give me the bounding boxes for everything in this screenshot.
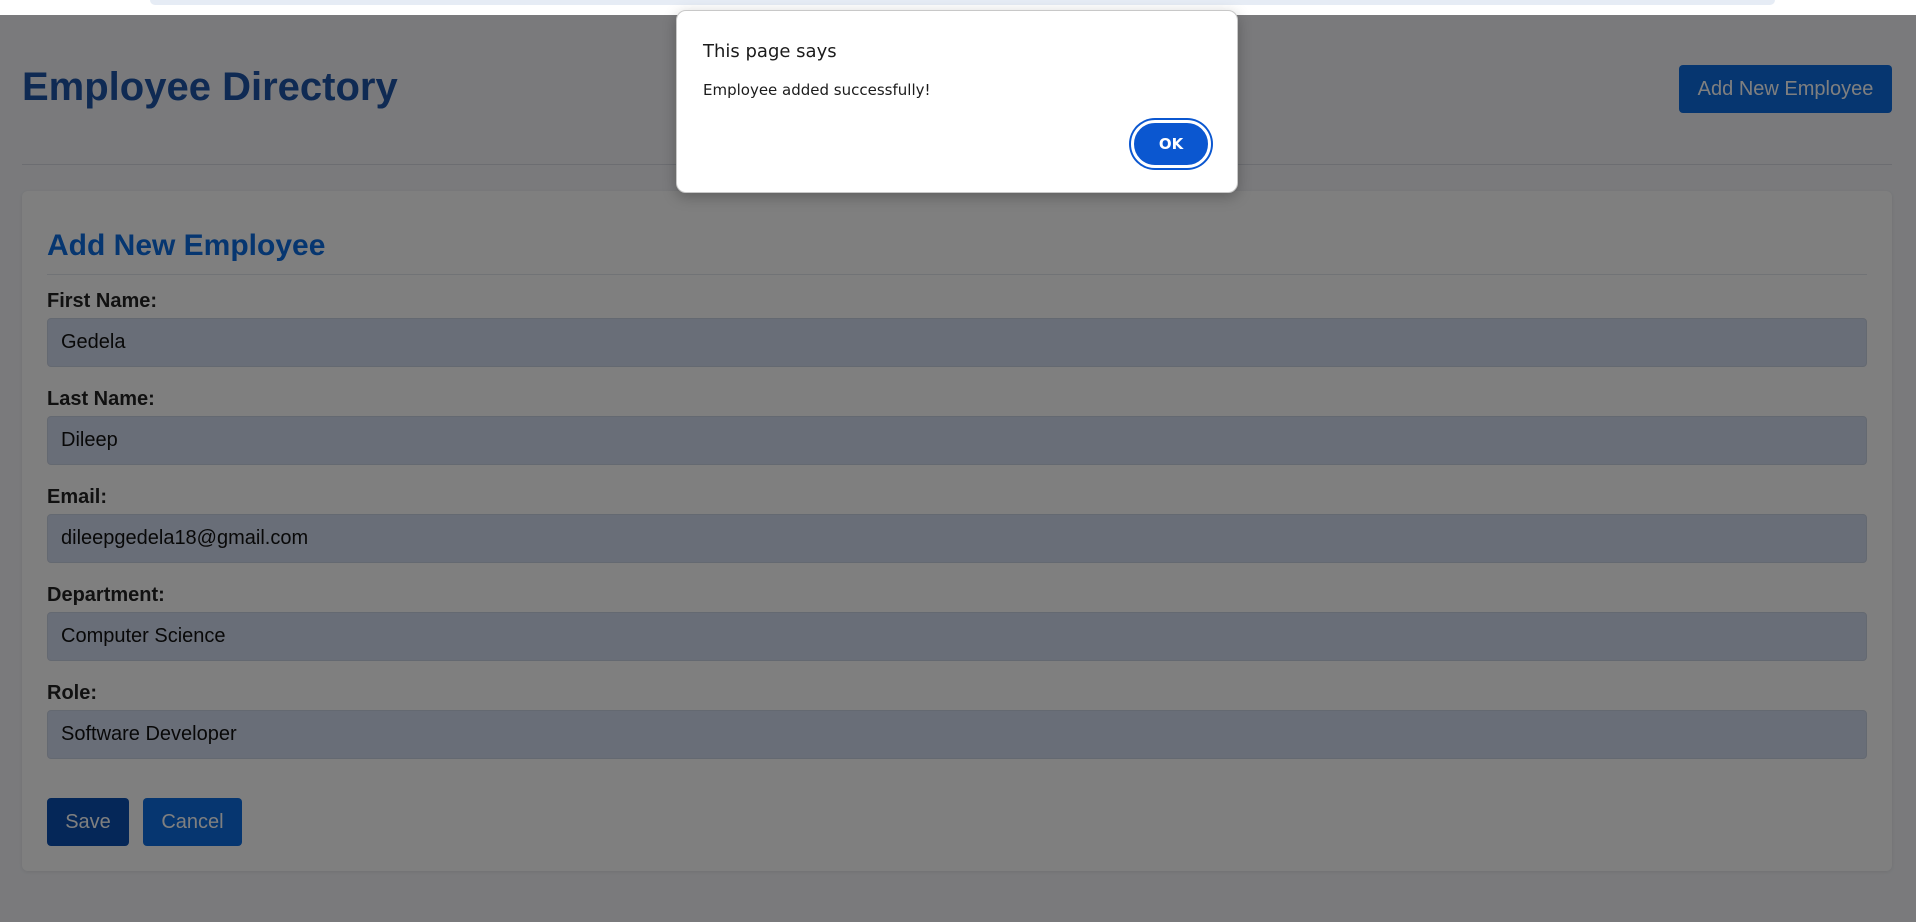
alert-dialog: This page says Employee added successful… xyxy=(676,10,1238,193)
dialog-message: Employee added successfully! xyxy=(703,81,931,99)
dialog-title: This page says xyxy=(703,41,837,62)
ok-button[interactable]: OK xyxy=(1131,120,1211,168)
browser-address-bar-edge xyxy=(150,0,1775,5)
